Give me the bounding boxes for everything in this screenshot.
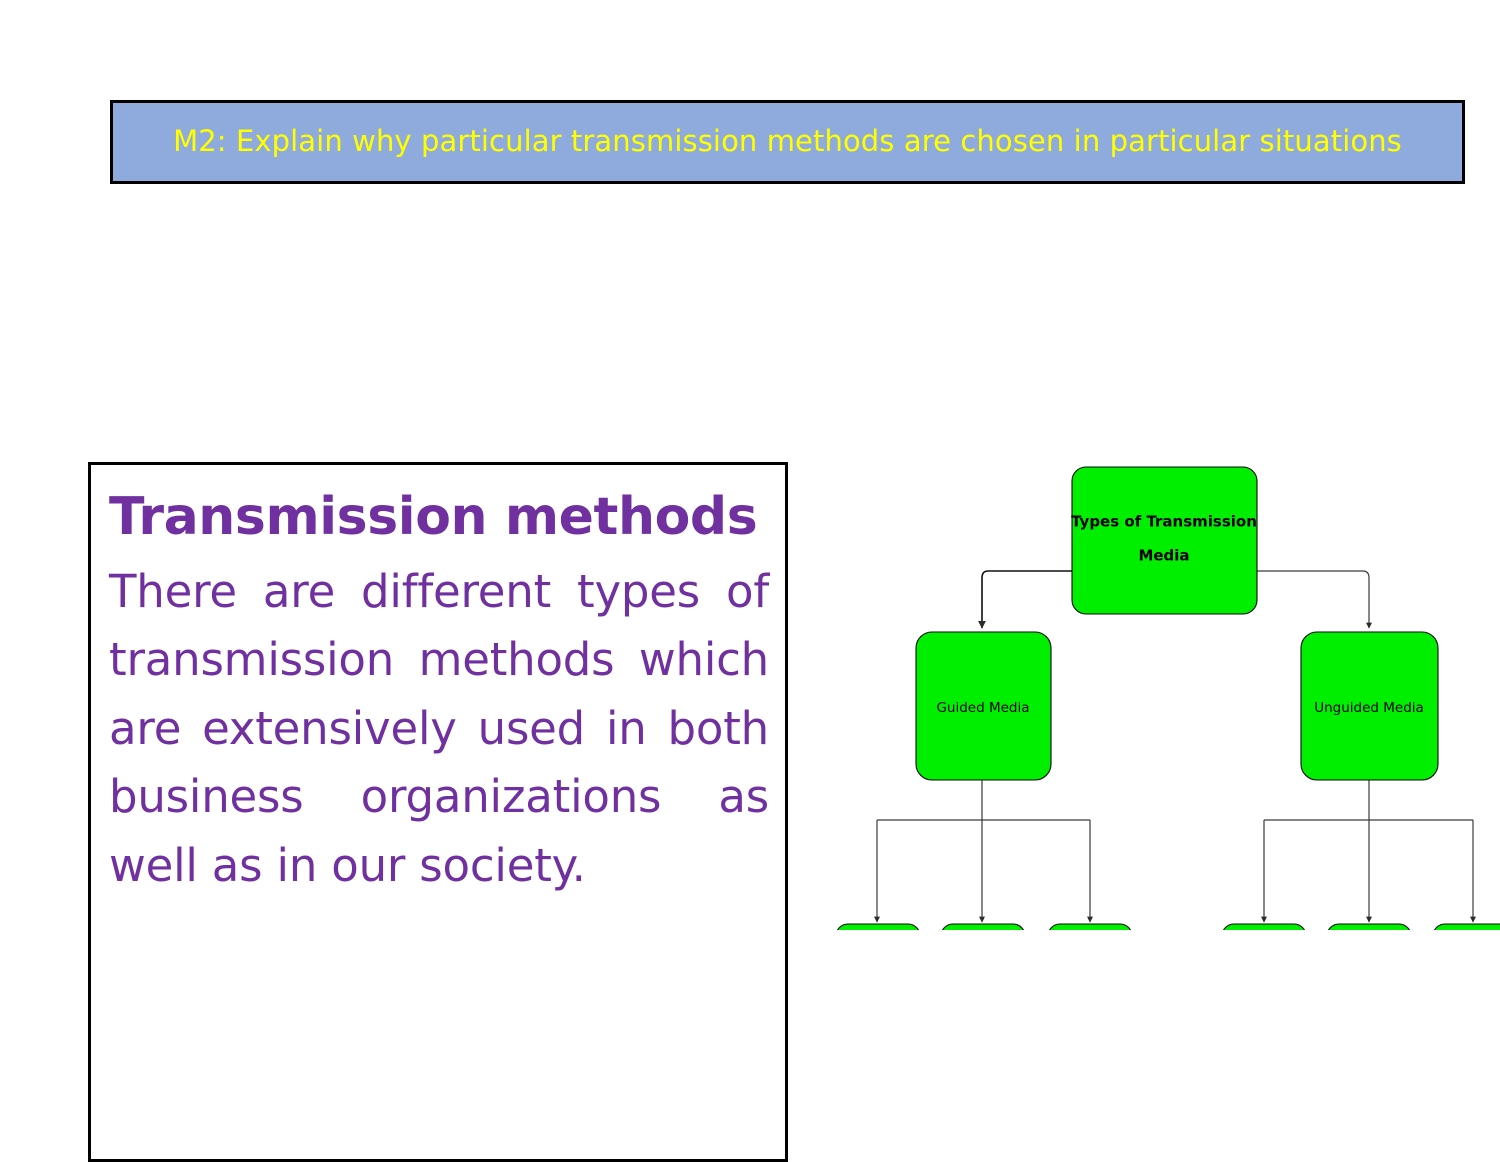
tree-node-root[interactable]: Types of Transmission Media — [1071, 466, 1258, 615]
tree-node-guided-media-label: Guided Media — [936, 700, 1029, 716]
text-box-heading: Transmission methods — [109, 487, 758, 547]
tree-node-coaxial-cable[interactable]: Coaxial Cable — [941, 923, 1025, 930]
tree-node-twisted-pair-cable[interactable]: Twisted Pair Cable — [836, 923, 920, 930]
slide-title-banner: M2: Explain why particular transmission … — [110, 100, 1465, 184]
connector-guided-children — [874, 780, 1093, 923]
tree-node-unguided-media[interactable]: Unguided Media — [1300, 631, 1439, 781]
tree-node-infrared[interactable]: Infrared — [1433, 923, 1500, 930]
connector-root-to-unguided — [1257, 570, 1372, 629]
connector-root-to-guided — [978, 570, 1072, 629]
slide-title-text: M2: Explain why particular transmission … — [173, 124, 1402, 159]
transmission-media-tree-diagram: Types of Transmission Media Guided Media… — [820, 450, 1500, 930]
text-box-body: There are different types of transmissio… — [109, 564, 769, 892]
connector-unguided-children — [1261, 780, 1476, 923]
tree-node-root-label-line1: Types of Transmission — [1071, 513, 1257, 531]
tree-node-microwaves[interactable]: Microwaves — [1327, 923, 1411, 930]
transmission-methods-text-box: Transmission methods There are different… — [88, 462, 788, 1162]
tree-node-root-label-line2: Media — [1138, 547, 1189, 565]
tree-node-guided-media[interactable]: Guided Media — [915, 631, 1052, 781]
tree-node-unguided-media-label: Unguided Media — [1314, 700, 1424, 716]
tree-node-optical-fibre-cable[interactable]: Optical Fibre Cable — [1048, 923, 1132, 930]
tree-node-radiowaves[interactable]: Radiowaves — [1222, 923, 1306, 930]
